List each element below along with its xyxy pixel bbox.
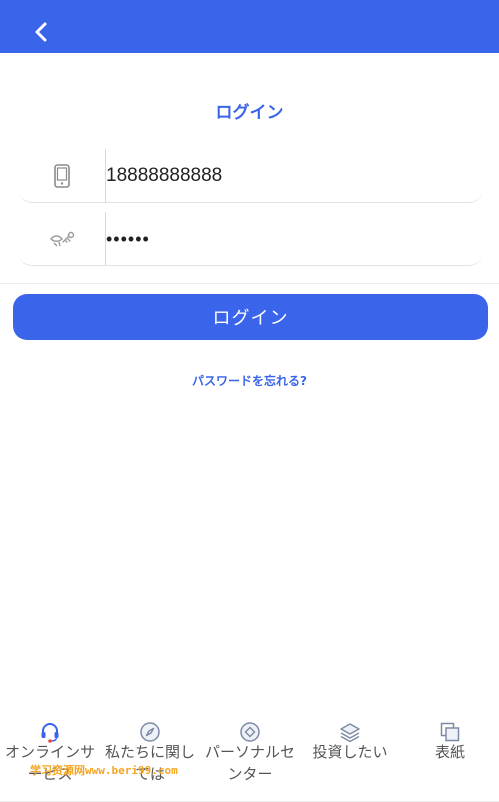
login-button[interactable]: ログイン: [13, 294, 488, 340]
password-field: [18, 212, 483, 266]
top-bar: [0, 0, 499, 53]
page-title: ログイン: [215, 103, 284, 123]
tab-cover[interactable]: 表紙: [400, 716, 499, 796]
phone-input[interactable]: [106, 149, 476, 203]
lock-key-icon: [18, 212, 105, 266]
watermark-text: 学习资源网www.beri99.com: [30, 764, 178, 777]
bottom-tab-bar: オンラインサービス 私たちに関しては パーソナルセンター 投資したい 表紙: [0, 716, 499, 802]
tab-about-us[interactable]: 私たちに関しては: [100, 716, 200, 796]
phone-field: [18, 149, 483, 203]
back-button[interactable]: [28, 16, 54, 48]
chevron-left-icon: [35, 22, 47, 42]
tab-invest[interactable]: 投資したい: [300, 716, 400, 796]
tab-label: パーソナルセンター: [204, 743, 295, 783]
form-separator: [0, 283, 499, 284]
tab-label: 投資したい: [312, 743, 388, 761]
tab-label: 表紙: [434, 743, 465, 761]
tab-personal-center[interactable]: パーソナルセンター: [200, 716, 300, 796]
tab-online-service[interactable]: オンラインサービス: [0, 716, 100, 796]
phone-icon: [18, 149, 105, 203]
password-input[interactable]: [106, 212, 476, 266]
forgot-password-link[interactable]: パスワードを忘れる?: [0, 372, 499, 389]
